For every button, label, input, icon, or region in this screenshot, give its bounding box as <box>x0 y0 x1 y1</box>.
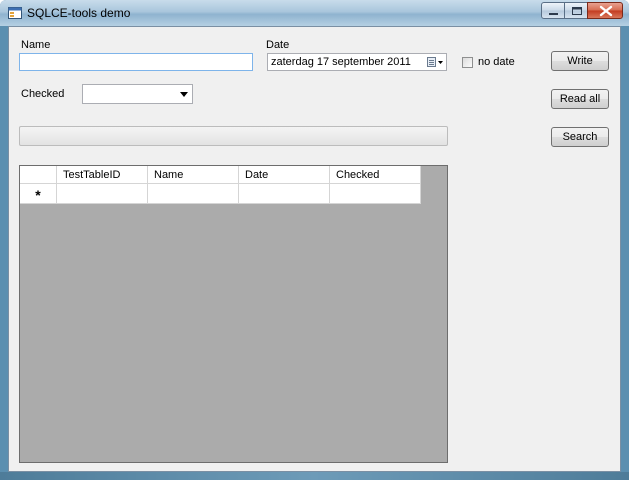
minimize-icon <box>549 13 558 15</box>
chevron-down-icon <box>180 92 188 97</box>
maximize-icon <box>572 7 582 15</box>
checked-combobox[interactable] <box>82 84 193 104</box>
close-button[interactable] <box>587 2 623 19</box>
app-window-icon <box>8 7 22 19</box>
name-label: Name <box>21 39 51 51</box>
grid-column-name[interactable]: Name <box>148 166 239 184</box>
write-button[interactable]: Write <box>551 51 609 71</box>
window-title: SQLCE-tools demo <box>27 6 131 20</box>
grid-column-date[interactable]: Date <box>239 166 330 184</box>
minimize-button[interactable] <box>541 2 565 19</box>
grid-row-header-corner[interactable] <box>20 166 57 184</box>
calendar-dropdown-icon[interactable] <box>426 56 444 69</box>
close-icon <box>599 5 613 17</box>
no-date-checkbox[interactable] <box>462 57 473 68</box>
progress-bar <box>19 126 448 146</box>
grid-column-testtableid[interactable]: TestTableID <box>57 166 148 184</box>
title-bar[interactable]: SQLCE-tools demo <box>0 0 629 26</box>
date-picker[interactable]: zaterdag 17 september 2011 <box>267 53 447 71</box>
grid-cell-testtableid[interactable] <box>57 184 148 204</box>
table-row[interactable]: * <box>20 184 421 204</box>
form-client-area: Name Date zaterdag 17 september 2011 no … <box>8 26 621 472</box>
new-row-marker[interactable]: * <box>20 184 57 204</box>
date-picker-value: zaterdag 17 september 2011 <box>271 56 411 68</box>
data-grid[interactable]: TestTableID Name Date Checked * <box>19 165 448 463</box>
window-bottom-frame <box>0 472 629 480</box>
grid-cell-date[interactable] <box>239 184 330 204</box>
grid-header-row: TestTableID Name Date Checked <box>20 166 421 184</box>
app-window: SQLCE-tools demo Name Date zaterdag 17 s… <box>0 0 629 480</box>
maximize-button[interactable] <box>564 2 588 19</box>
grid-cell-checked[interactable] <box>330 184 421 204</box>
no-date-label: no date <box>478 56 515 68</box>
name-input[interactable] <box>19 53 253 71</box>
read-all-button[interactable]: Read all <box>551 89 609 109</box>
grid-column-checked[interactable]: Checked <box>330 166 421 184</box>
date-label: Date <box>266 39 290 51</box>
grid-cell-name[interactable] <box>148 184 239 204</box>
checked-label: Checked <box>21 88 65 100</box>
search-button[interactable]: Search <box>551 127 609 147</box>
